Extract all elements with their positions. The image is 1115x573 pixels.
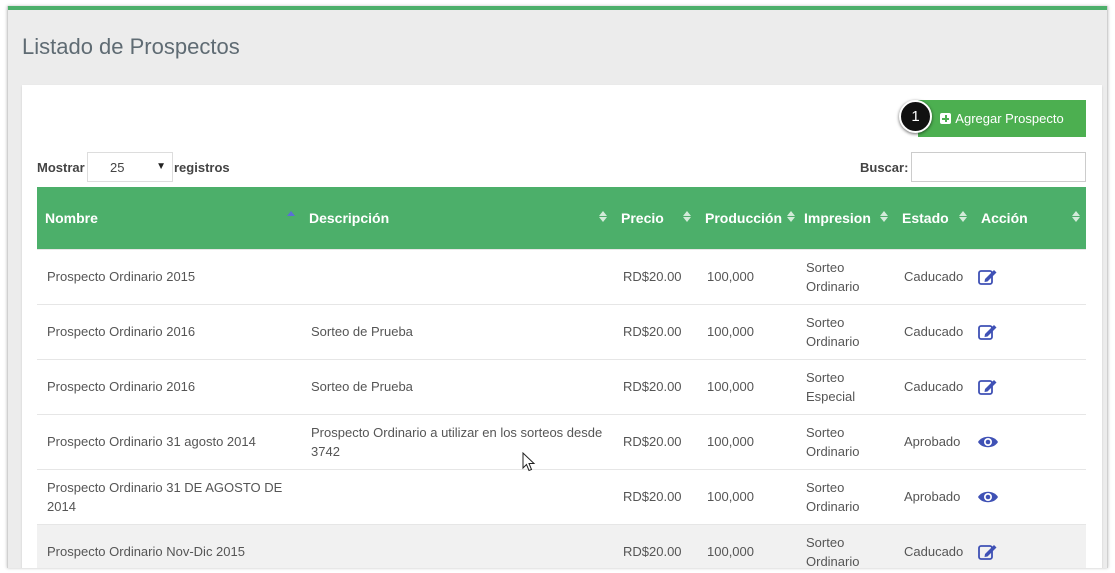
cell-impresion: Sorteo Especial — [796, 358, 894, 414]
cell-precio: RD$20.00 — [613, 523, 697, 568]
show-label: Mostrar — [37, 160, 85, 175]
page-size-select[interactable]: 25 ▼ — [87, 152, 173, 182]
add-prospect-button[interactable]: Agregar Prospecto — [918, 100, 1086, 137]
cell-produccion: 100,000 — [697, 523, 796, 568]
cell-produccion: 100,000 — [697, 413, 796, 469]
cell-produccion: 100,000 — [697, 303, 796, 359]
column-header-descripcion[interactable]: Descripción — [301, 187, 613, 249]
table-row: Prospecto Ordinario 2015 RD$20.00 100,00… — [37, 248, 1086, 304]
cell-accion — [973, 413, 1086, 469]
edit-icon[interactable] — [977, 267, 999, 287]
cell-estado: Caducado — [894, 523, 973, 568]
cell-descripcion — [301, 468, 613, 524]
cell-precio: RD$20.00 — [613, 303, 697, 359]
edit-icon[interactable] — [977, 542, 999, 562]
sort-icon — [880, 211, 888, 222]
sort-icon — [683, 211, 691, 222]
cell-estado: Caducado — [894, 303, 973, 359]
cell-produccion: 100,000 — [697, 358, 796, 414]
table-row: Prospecto Ordinario Nov-Dic 2015 RD$20.0… — [37, 523, 1086, 568]
cell-impresion: Sorteo Ordinario — [796, 303, 894, 359]
cell-descripcion: Sorteo de Prueba — [301, 358, 613, 414]
search-label: Buscar: — [860, 160, 909, 175]
cell-nombre: Prospecto Ordinario Nov-Dic 2015 — [37, 523, 301, 568]
column-header-nombre[interactable]: Nombre — [37, 187, 301, 249]
page-title: Listado de Prospectos — [22, 34, 240, 59]
sort-asc-icon — [287, 211, 295, 222]
table-row: Prospecto Ordinario 2016 Sorteo de Prueb… — [37, 358, 1086, 414]
cell-estado: Caducado — [894, 358, 973, 414]
cell-impresion: Sorteo Ordinario — [796, 413, 894, 469]
cell-descripcion — [301, 248, 613, 304]
column-header-estado[interactable]: Estado — [894, 187, 973, 249]
app-window: Listado de Prospectos Agregar Prospecto … — [7, 6, 1108, 568]
cell-accion — [973, 468, 1086, 524]
cell-accion — [973, 248, 1086, 304]
search-input[interactable] — [911, 152, 1086, 182]
eye-icon[interactable] — [977, 432, 999, 452]
records-label: registros — [174, 160, 230, 175]
cell-produccion: 100,000 — [697, 248, 796, 304]
cell-nombre: Prospecto Ordinario 2015 — [37, 248, 301, 304]
plus-square-icon — [940, 113, 952, 124]
column-header-produccion[interactable]: Producción — [697, 187, 796, 249]
table-row: Prospecto Ordinario 31 DE AGOSTO DE 2014… — [37, 468, 1086, 524]
sort-icon — [1072, 211, 1080, 222]
cell-precio: RD$20.00 — [613, 468, 697, 524]
cell-estado: Aprobado — [894, 413, 973, 469]
eye-icon[interactable] — [977, 487, 999, 507]
cell-estado: Aprobado — [894, 468, 973, 524]
cell-nombre: Prospecto Ordinario 2016 — [37, 303, 301, 359]
sort-icon — [599, 211, 607, 222]
top-accent-bar — [8, 6, 1107, 10]
edit-icon[interactable] — [977, 322, 999, 342]
column-header-accion[interactable]: Acción — [973, 187, 1086, 249]
cell-impresion: Sorteo Ordinario — [796, 523, 894, 568]
cell-nombre: Prospecto Ordinario 31 agosto 2014 — [37, 413, 301, 469]
cell-impresion: Sorteo Ordinario — [796, 468, 894, 524]
table-row: Prospecto Ordinario 31 agosto 2014 Prosp… — [37, 413, 1086, 469]
cell-precio: RD$20.00 — [613, 358, 697, 414]
prospects-table: Nombre Descripción Precio Producción Imp… — [37, 187, 1086, 568]
cell-precio: RD$20.00 — [613, 413, 697, 469]
cell-accion — [973, 358, 1086, 414]
cell-accion — [973, 523, 1086, 568]
page-size-value: 25 — [110, 159, 125, 175]
cell-descripcion — [301, 523, 613, 568]
column-header-precio[interactable]: Precio — [613, 187, 697, 249]
sort-icon — [959, 211, 967, 222]
cell-nombre: Prospecto Ordinario 2016 — [37, 358, 301, 414]
cell-precio: RD$20.00 — [613, 248, 697, 304]
table-header-row: Nombre Descripción Precio Producción Imp… — [37, 187, 1086, 249]
table-row: Prospecto Ordinario 2016 Sorteo de Prueb… — [37, 303, 1086, 359]
cell-impresion: Sorteo Ordinario — [796, 248, 894, 304]
edit-icon[interactable] — [977, 377, 999, 397]
mouse-cursor-icon — [522, 452, 536, 472]
add-prospect-label: Agregar Prospecto — [955, 111, 1064, 126]
cell-nombre: Prospecto Ordinario 31 DE AGOSTO DE 2014 — [37, 468, 301, 524]
cell-descripcion: Sorteo de Prueba — [301, 303, 613, 359]
cell-accion — [973, 303, 1086, 359]
cell-estado: Caducado — [894, 248, 973, 304]
content-panel: Agregar Prospecto 1 Mostrar 25 ▼ registr… — [22, 85, 1102, 568]
column-header-impresion[interactable]: Impresion — [796, 187, 894, 249]
cell-produccion: 100,000 — [697, 468, 796, 524]
cell-descripcion: Prospecto Ordinario a utilizar en los so… — [301, 413, 613, 469]
caret-down-icon: ▼ — [156, 161, 166, 172]
sort-icon — [787, 211, 795, 222]
step-badge: 1 — [899, 100, 932, 133]
